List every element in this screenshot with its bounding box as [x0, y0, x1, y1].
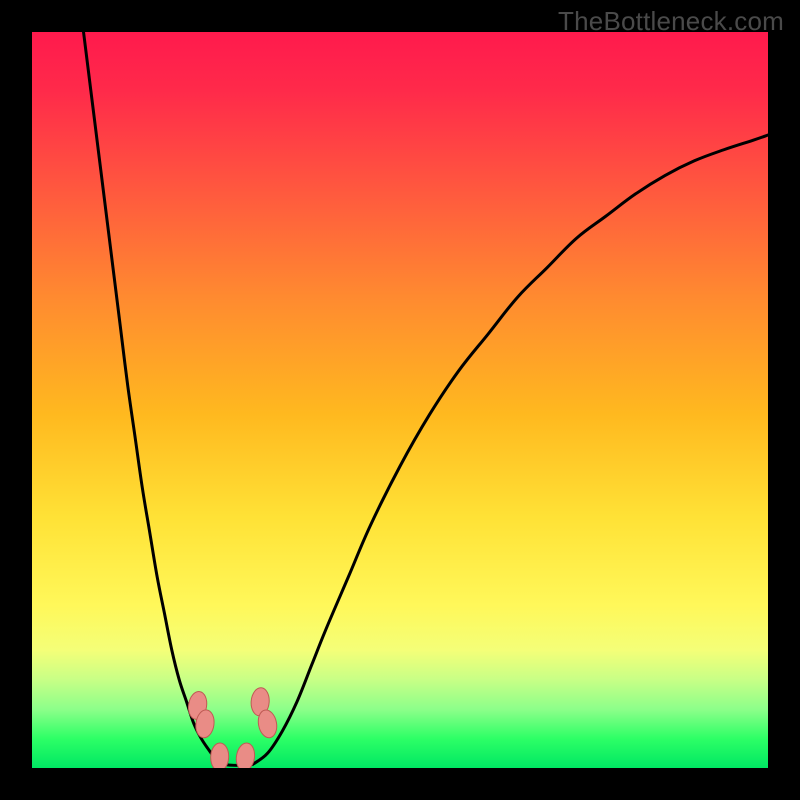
chart-frame: TheBottleneck.com — [0, 0, 800, 800]
data-marker — [210, 743, 229, 768]
plot-area — [32, 32, 768, 768]
watermark-text: TheBottleneck.com — [558, 6, 784, 37]
data-marker — [234, 742, 256, 768]
right-curve — [253, 135, 768, 764]
left-curve — [84, 32, 224, 764]
curve-layer — [32, 32, 768, 768]
